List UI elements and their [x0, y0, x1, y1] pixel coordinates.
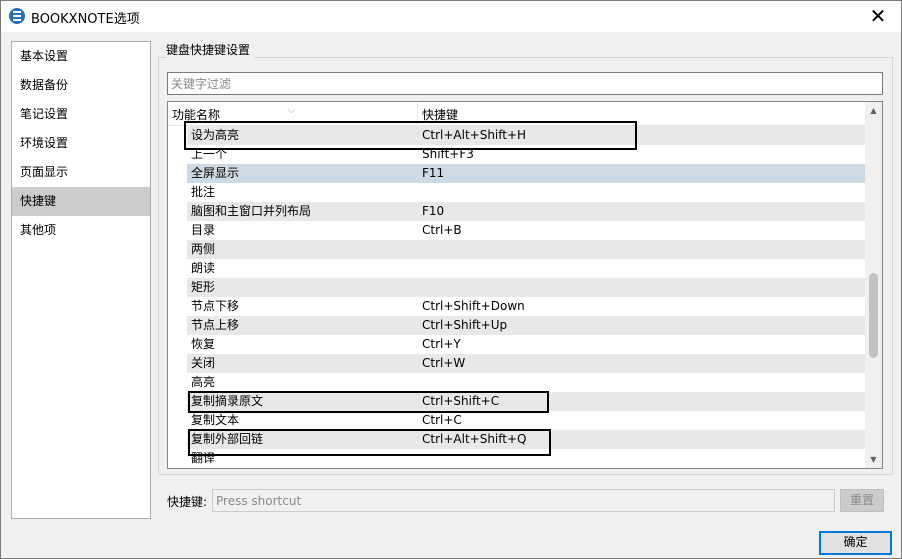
row-key: Ctrl+Alt+Shift+Q	[422, 432, 527, 446]
row-name: 复制摘录原文	[191, 394, 264, 408]
reset-button[interactable]: 重置	[840, 489, 884, 512]
row-key: Ctrl+B	[422, 223, 462, 237]
row-name: 复制外部回链	[191, 432, 264, 446]
table-row-selected[interactable]: 全屏显示 F11	[187, 164, 865, 183]
window-title: BOOKXNOTE选项	[31, 12, 140, 27]
table-row[interactable]: 翻译	[187, 449, 865, 468]
table-row[interactable]: 矩形	[187, 278, 865, 297]
table-row[interactable]: 复制摘录原文 Ctrl+Shift+C	[187, 392, 865, 411]
row-name: 复制文本	[191, 413, 240, 427]
table-row[interactable]: 目录 Ctrl+B	[187, 221, 865, 240]
sidebar-item-notes[interactable]: 笔记设置	[12, 100, 150, 129]
row-name: 节点上移	[191, 318, 240, 332]
table-rows: 设为高亮 Ctrl+Alt+Shift+H 上一个 Shift+F3 全屏显示 F11…	[187, 126, 865, 468]
scroll-down-arrow-icon[interactable]: ▼	[865, 451, 882, 468]
vertical-scrollbar[interactable]: ▲ ▼	[865, 102, 882, 468]
ok-button[interactable]: 确定	[819, 531, 892, 555]
table-row[interactable]: 设为高亮 Ctrl+Alt+Shift+H	[187, 126, 865, 145]
options-dialog: BOOKXNOTE选项 ✕ 基本设置 数据备份 笔记设置 环境设置 页面显示 快…	[0, 0, 902, 559]
row-key: Ctrl+Shift+Up	[422, 318, 508, 332]
row-name: 批注	[191, 185, 216, 199]
shortcuts-group-label: 键盘快捷键设置	[166, 41, 255, 58]
shortcuts-table: 功能名称 ⌵ 快捷键 设为高亮 Ctrl+Alt+Shift+H 上一个 Shift…	[167, 101, 883, 469]
sidebar-item-shortcuts[interactable]: 快捷键	[12, 187, 150, 216]
row-name: 高亮	[191, 375, 216, 389]
row-name: 矩形	[191, 280, 216, 294]
sidebar-item-backup[interactable]: 数据备份	[12, 71, 150, 100]
scroll-thumb[interactable]	[869, 273, 878, 358]
keyword-filter-input[interactable]	[167, 72, 883, 95]
row-key: Ctrl+Y	[422, 337, 461, 351]
row-name: 翻译	[191, 451, 216, 465]
sidebar-item-environment[interactable]: 环境设置	[12, 129, 150, 158]
row-name: 目录	[191, 223, 216, 237]
sidebar-item-other[interactable]: 其他项	[12, 216, 150, 245]
table-row[interactable]: 高亮	[187, 373, 865, 392]
close-button[interactable]: ✕	[855, 1, 901, 32]
row-key: Shift+F3	[422, 147, 474, 161]
row-key: Ctrl+W	[422, 356, 466, 370]
table-header: 功能名称 ⌵ 快捷键	[168, 102, 865, 126]
settings-sidebar: 基本设置 数据备份 笔记设置 环境设置 页面显示 快捷键 其他项	[11, 41, 151, 519]
table-row[interactable]: 上一个 Shift+F3	[187, 145, 865, 164]
row-name: 全屏显示	[191, 166, 240, 180]
row-name: 上一个	[191, 147, 228, 161]
row-key: Ctrl+Shift+Down	[422, 299, 525, 313]
table-row[interactable]: 复制文本 Ctrl+C	[187, 411, 865, 430]
table-row[interactable]: 关闭 Ctrl+W	[187, 354, 865, 373]
sidebar-item-basic[interactable]: 基本设置	[12, 42, 150, 71]
row-key: Ctrl+C	[422, 413, 462, 427]
row-name: 恢复	[191, 337, 216, 351]
title-bar[interactable]: BOOKXNOTE选项 ✕	[1, 1, 901, 32]
row-name: 关闭	[191, 356, 216, 370]
shortcut-field-label: 快捷键:	[167, 495, 208, 509]
table-row[interactable]: 两侧	[187, 240, 865, 259]
table-row[interactable]: 节点上移 Ctrl+Shift+Up	[187, 316, 865, 335]
row-key: Ctrl+Shift+C	[422, 394, 500, 408]
shortcut-capture-input[interactable]	[212, 489, 835, 512]
app-icon	[9, 8, 25, 24]
row-name: 两侧	[191, 242, 216, 256]
row-name: 朗读	[191, 261, 216, 275]
table-row[interactable]: 批注	[187, 183, 865, 202]
column-header-key[interactable]: 快捷键	[418, 102, 865, 126]
table-row[interactable]: 恢复 Ctrl+Y	[187, 335, 865, 354]
table-row[interactable]: 朗读	[187, 259, 865, 278]
table-row[interactable]: 节点下移 Ctrl+Shift+Down	[187, 297, 865, 316]
scroll-up-arrow-icon[interactable]: ▲	[865, 102, 882, 119]
column-header-name[interactable]: 功能名称 ⌵	[168, 102, 418, 126]
table-row[interactable]: 复制外部回链 Ctrl+Alt+Shift+Q	[187, 430, 865, 449]
sort-indicator-icon: ⌵	[288, 106, 295, 116]
row-name: 脑图和主窗口并列布局	[191, 204, 312, 218]
row-name: 设为高亮	[191, 128, 240, 142]
sidebar-item-page-display[interactable]: 页面显示	[12, 158, 150, 187]
row-key: Ctrl+Alt+Shift+H	[422, 128, 527, 142]
column-header-name-label: 功能名称	[172, 108, 221, 122]
row-key: F11	[422, 166, 445, 180]
row-key: F10	[422, 204, 445, 218]
table-row[interactable]: 脑图和主窗口并列布局 F10	[187, 202, 865, 221]
row-name: 节点下移	[191, 299, 240, 313]
